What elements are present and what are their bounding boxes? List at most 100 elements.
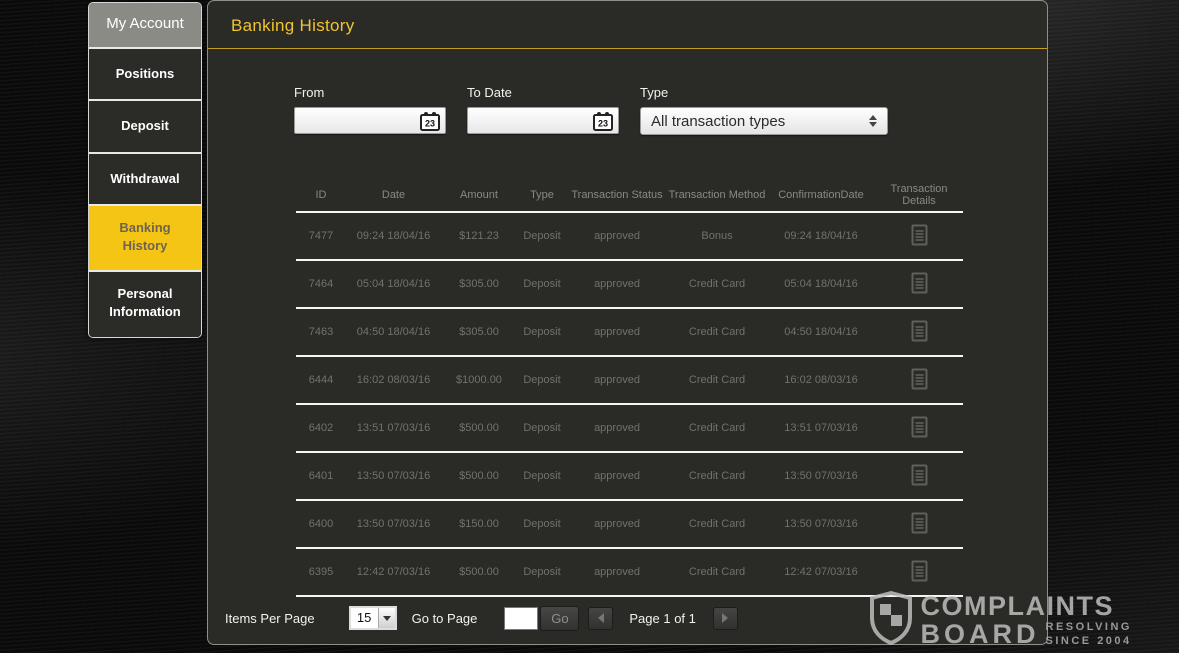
next-page-icon xyxy=(722,613,728,623)
cell-date: 05:04 18/04/16 xyxy=(346,278,441,290)
cell-confirmation: 13:51 07/03/16 xyxy=(767,422,875,434)
cell-amount: $121.23 xyxy=(441,230,517,242)
cell-details xyxy=(875,416,963,441)
svg-text:23: 23 xyxy=(425,119,435,129)
table-header-row: ID Date Amount Type Transaction Status T… xyxy=(296,179,963,213)
cell-date: 12:42 07/03/16 xyxy=(346,566,441,578)
cell-type: Deposit xyxy=(517,518,567,530)
cell-method: Credit Card xyxy=(667,470,767,482)
cell-status: approved xyxy=(567,230,667,242)
items-per-page-select[interactable]: 15 xyxy=(349,606,397,630)
col-type: Type xyxy=(517,189,567,201)
shield-icon xyxy=(869,591,913,650)
type-group: Type All transaction types xyxy=(640,85,888,135)
cell-confirmation: 13:50 07/03/16 xyxy=(767,518,875,530)
cell-id: 6401 xyxy=(296,470,346,482)
previous-page-button[interactable] xyxy=(588,607,613,630)
watermark-board: BOARD xyxy=(921,621,1040,648)
table-row: 6400 13:50 07/03/16 $150.00 Deposit appr… xyxy=(296,501,963,549)
cell-method: Credit Card xyxy=(667,326,767,338)
next-page-button[interactable] xyxy=(713,607,738,630)
from-date-group: From 23 xyxy=(294,85,446,135)
banking-history-panel: Banking History From 23 To Date xyxy=(207,0,1048,645)
transaction-details-icon[interactable] xyxy=(911,224,928,249)
cell-id: 6395 xyxy=(296,566,346,578)
cell-date: 13:50 07/03/16 xyxy=(346,518,441,530)
cell-status: approved xyxy=(567,422,667,434)
cell-method: Credit Card xyxy=(667,566,767,578)
col-amount: Amount xyxy=(441,189,517,201)
transaction-details-icon[interactable] xyxy=(911,416,928,441)
cell-details xyxy=(875,224,963,249)
sidebar-item-deposit[interactable]: Deposit xyxy=(89,99,201,151)
table-row: 6401 13:50 07/03/16 $500.00 Deposit appr… xyxy=(296,453,963,501)
transaction-details-icon[interactable] xyxy=(911,560,928,585)
col-details: Transaction Details xyxy=(875,183,963,207)
watermark-text: COMPLAINTS BOARD RESOLVING SINCE 2004 xyxy=(921,593,1132,649)
watermark-complaints: COMPLAINTS xyxy=(921,593,1132,620)
go-button[interactable]: Go xyxy=(540,606,579,631)
cell-status: approved xyxy=(567,374,667,386)
cell-confirmation: 16:02 08/03/16 xyxy=(767,374,875,386)
transaction-details-icon[interactable] xyxy=(911,512,928,537)
cell-details xyxy=(875,368,963,393)
cell-type: Deposit xyxy=(517,278,567,290)
from-date-field[interactable]: 23 xyxy=(294,107,446,134)
table-row: 6444 16:02 08/03/16 $1000.00 Deposit app… xyxy=(296,357,963,405)
transactions-table: ID Date Amount Type Transaction Status T… xyxy=(296,179,963,597)
sidebar-item-banking-history[interactable]: Banking History xyxy=(89,204,201,270)
items-per-page-value: 15 xyxy=(351,608,378,628)
page-title: Banking History xyxy=(208,1,355,36)
go-to-page-input[interactable] xyxy=(504,607,538,630)
transaction-details-icon[interactable] xyxy=(911,272,928,297)
cell-method: Credit Card xyxy=(667,374,767,386)
watermark-tagline: RESOLVING SINCE 2004 xyxy=(1046,621,1132,649)
go-to-page-label: Go to Page xyxy=(412,611,478,626)
prev-page-icon xyxy=(598,613,604,623)
to-date-field[interactable]: 23 xyxy=(467,107,619,134)
table-row: 7463 04:50 18/04/16 $305.00 Deposit appr… xyxy=(296,309,963,357)
sidebar-item-withdrawal[interactable]: Withdrawal xyxy=(89,152,201,204)
cell-type: Deposit xyxy=(517,470,567,482)
col-id: ID xyxy=(296,189,346,201)
from-date-input[interactable] xyxy=(297,109,417,132)
transaction-details-icon[interactable] xyxy=(911,368,928,393)
cell-date: 13:51 07/03/16 xyxy=(346,422,441,434)
col-method: Transaction Method xyxy=(667,189,767,201)
cell-amount: $1000.00 xyxy=(441,374,517,386)
cell-method: Bonus xyxy=(667,230,767,242)
cell-amount: $500.00 xyxy=(441,566,517,578)
to-date-group: To Date 23 xyxy=(467,85,619,135)
cell-type: Deposit xyxy=(517,566,567,578)
to-date-input[interactable] xyxy=(470,109,590,132)
cell-details xyxy=(875,464,963,489)
complaintsboard-watermark: COMPLAINTS BOARD RESOLVING SINCE 2004 xyxy=(869,591,1132,650)
cell-id: 6444 xyxy=(296,374,346,386)
table-body: 7477 09:24 18/04/16 $121.23 Deposit appr… xyxy=(296,213,963,597)
cell-date: 04:50 18/04/16 xyxy=(346,326,441,338)
transaction-details-icon[interactable] xyxy=(911,464,928,489)
page-status: Page 1 of 1 xyxy=(629,611,696,626)
account-sidebar: My Account Positions Deposit Withdrawal … xyxy=(88,2,202,338)
sidebar-item-positions[interactable]: Positions xyxy=(89,47,201,99)
filter-bar: From 23 To Date xyxy=(294,85,909,135)
col-status: Transaction Status xyxy=(567,189,667,201)
cell-date: 09:24 18/04/16 xyxy=(346,230,441,242)
cell-amount: $305.00 xyxy=(441,326,517,338)
select-updown-icon xyxy=(869,115,877,127)
cell-amount: $150.00 xyxy=(441,518,517,530)
transaction-details-icon[interactable] xyxy=(911,320,928,345)
cell-amount: $500.00 xyxy=(441,422,517,434)
panel-header: Banking History xyxy=(208,1,1047,49)
cell-status: approved xyxy=(567,518,667,530)
cell-status: approved xyxy=(567,470,667,482)
calendar-icon[interactable]: 23 xyxy=(592,111,614,137)
cell-date: 13:50 07/03/16 xyxy=(346,470,441,482)
col-date: Date xyxy=(346,189,441,201)
cell-status: approved xyxy=(567,326,667,338)
cell-type: Deposit xyxy=(517,326,567,338)
col-confirmation: ConfirmationDate xyxy=(767,189,875,201)
transaction-type-select[interactable]: All transaction types xyxy=(640,107,888,135)
calendar-icon[interactable]: 23 xyxy=(419,111,441,137)
sidebar-item-personal-information[interactable]: Personal Information xyxy=(89,270,201,336)
